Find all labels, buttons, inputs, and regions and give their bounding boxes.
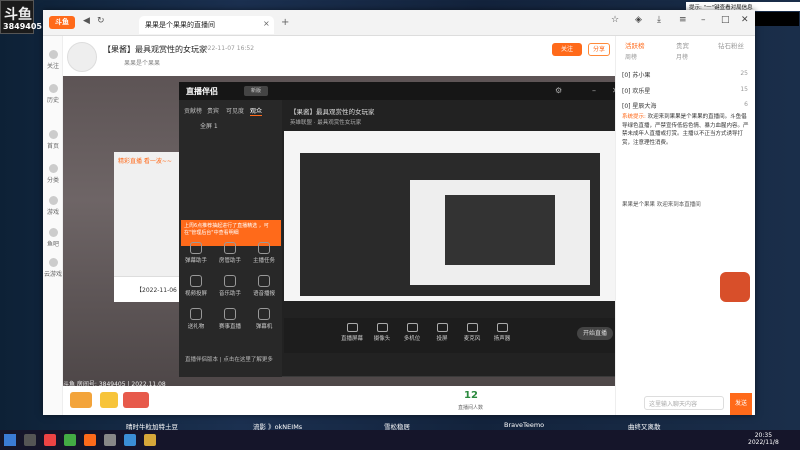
chat-message: 系统提示: 欢迎来到果果是个果果的直播间。斗鱼倡导绿色直播，严禁宣传低俗色情、暴…: [622, 113, 750, 147]
taskbar-app-icon[interactable]: [44, 434, 56, 446]
gift-icon-3[interactable]: [123, 392, 149, 408]
tool-match[interactable]: 赛事直播: [215, 308, 245, 330]
follow-button[interactable]: 关注: [552, 43, 582, 56]
left-sidebar: 关注 历史 首页 分类 游戏 鱼吧 云游戏: [43, 36, 63, 415]
tab-month[interactable]: 月榜: [676, 52, 688, 61]
maximize-icon[interactable]: □: [721, 15, 730, 25]
tab-week[interactable]: 周榜: [625, 52, 637, 61]
share-button[interactable]: 分享: [588, 43, 610, 56]
tool-admin[interactable]: 房管助手: [215, 242, 245, 264]
companion-logo: 直播伴侣: [186, 87, 218, 96]
promo-avatar[interactable]: [720, 272, 750, 302]
browser-logo-icon[interactable]: 斗鱼: [49, 16, 75, 29]
chat-input[interactable]: 这里输入聊天内容: [644, 396, 724, 410]
taskbar-clock: 20:35 2022/11/8: [748, 432, 779, 446]
taskbar-app-icon[interactable]: [124, 434, 136, 446]
tab-visibility[interactable]: 可见度: [226, 106, 244, 115]
tool-cast[interactable]: 视频投屏: [181, 275, 211, 297]
btn-cast[interactable]: 投屏: [429, 323, 455, 342]
sidebar-item-game[interactable]: 游戏: [43, 196, 63, 216]
audience-count: 12: [464, 390, 478, 401]
room-title: 【果酱】最具观赏性的女玩家: [103, 45, 207, 54]
btn-multicam[interactable]: 多机位: [399, 323, 425, 342]
send-button[interactable]: 发送: [730, 393, 752, 415]
streamer-name: 果果是个果果: [124, 60, 161, 67]
menu-icon[interactable]: ≡: [679, 15, 687, 25]
companion-badge: 新版: [244, 86, 268, 96]
new-tab-icon[interactable]: +: [281, 17, 289, 28]
tab-vip[interactable]: 贵宾: [207, 106, 219, 115]
taskbar-app-icon[interactable]: [84, 434, 96, 446]
tool-voice[interactable]: 语音播报: [249, 275, 279, 297]
chat-welcome: 果果是个果果 欢迎来到本直播间: [622, 202, 701, 208]
audience-count-label: 直播间人数: [458, 405, 484, 411]
tool-gift[interactable]: 送礼物: [181, 308, 211, 330]
taskbar-label-4: BraveTeemo: [504, 421, 545, 429]
tab-diamond[interactable]: 钻石粉丝: [718, 40, 744, 50]
tool-task[interactable]: 主播任务: [249, 242, 279, 264]
companion-online: 全屏 1: [200, 123, 218, 130]
corner-logo: 斗鱼: [4, 7, 32, 23]
tool-music[interactable]: 音乐助手: [215, 275, 245, 297]
close-icon[interactable]: ×: [263, 19, 270, 28]
shield-icon[interactable]: ◈: [635, 15, 642, 25]
tab-contrib[interactable]: 贡献榜: [184, 106, 202, 115]
sidebar-item-cloudgame[interactable]: 云游戏: [43, 258, 63, 278]
tab-vip-rank[interactable]: 贵宾: [676, 40, 689, 50]
sidebar-item-history[interactable]: 历史: [43, 84, 63, 104]
back-icon[interactable]: ◀: [83, 16, 90, 26]
rank-row[interactable]: [0] 苏小果 25: [622, 70, 748, 79]
rank-row[interactable]: [0] 欢乐星 15: [622, 86, 748, 95]
sidebar-item-category[interactable]: 分类: [43, 164, 63, 184]
tool-danmu[interactable]: 弹幕助手: [181, 242, 211, 264]
gift-icon-2[interactable]: [100, 392, 118, 408]
btn-camera[interactable]: 摄像头: [369, 323, 395, 342]
minimize-icon[interactable]: –: [701, 15, 706, 25]
window-close-icon[interactable]: ✕: [741, 15, 749, 25]
bookmark-icon[interactable]: ☆: [611, 15, 619, 25]
streamer-avatar[interactable]: [67, 42, 97, 72]
settings-icon[interactable]: ⚙: [555, 86, 562, 95]
tab-audience[interactable]: 观众: [250, 106, 263, 116]
download-icon[interactable]: ⤓: [657, 15, 661, 25]
sidebar-item-home[interactable]: 首页: [43, 130, 63, 150]
corner-room-number: 3849405: [3, 22, 42, 31]
sidebar-item-follow[interactable]: 关注: [43, 50, 63, 70]
rank-row[interactable]: [0] 星辰大海 6: [622, 101, 748, 110]
companion-footer: 直播伴侣版本 | 点击在这里了解更多: [185, 357, 273, 363]
chat-system-label: 系统提示:: [622, 114, 646, 120]
taskbar-app-icon[interactable]: [144, 434, 156, 446]
room-time: 2022-11-07 16:52: [200, 45, 255, 52]
start-live-button[interactable]: 开始直播: [577, 327, 613, 340]
companion-minimize-icon[interactable]: –: [592, 86, 596, 95]
companion-tags: 英雄联盟 · 最具观赏性女玩家: [290, 120, 362, 126]
sidebar-item-fishbar[interactable]: 鱼吧: [43, 228, 63, 248]
btn-mic[interactable]: 麦克风: [459, 323, 485, 342]
start-icon[interactable]: [4, 434, 16, 446]
taskbar: [0, 430, 800, 450]
taskbar-app-icon[interactable]: [104, 434, 116, 446]
btn-speaker[interactable]: 扬声器: [489, 323, 515, 342]
gift-icon-1[interactable]: [70, 392, 92, 408]
refresh-icon[interactable]: ↻: [97, 16, 105, 26]
companion-stream-title: 【果酱】最具观赏性的女玩家: [290, 108, 375, 116]
taskbar-app-icon[interactable]: [64, 434, 76, 446]
tool-barrage[interactable]: 弹幕机: [249, 308, 279, 330]
tab-room[interactable]: 果果是个果果的直播间: [139, 16, 274, 34]
video-caption: 精彩直播 看一波~~: [118, 158, 172, 165]
preview-nested-3: [445, 195, 555, 265]
browser-tabbar: 斗鱼 ◀ ↻ 果果是个果果的直播间 × + ☆ ◈ ⤓ ≡ – □ ✕: [43, 10, 755, 36]
taskbar-app-icon[interactable]: [24, 434, 36, 446]
btn-screen[interactable]: 直播屏幕: [339, 323, 365, 342]
tab-active-rank[interactable]: 活跃榜: [625, 40, 645, 50]
